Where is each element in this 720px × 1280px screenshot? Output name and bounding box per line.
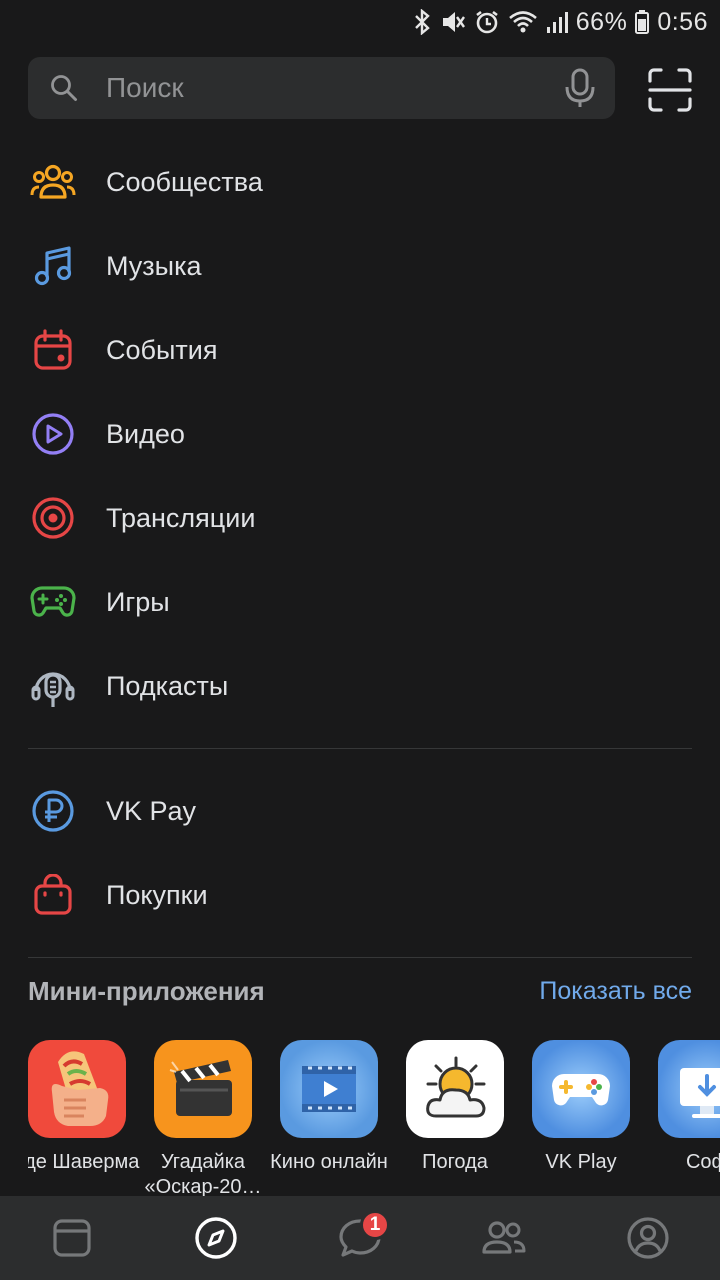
status-bar: 66% 0:56 [0, 0, 720, 44]
mini-app-cinema[interactable]: Кино онлайн [270, 1040, 388, 1175]
compass-icon [195, 1217, 237, 1259]
menu-item-label: Покупки [106, 879, 208, 910]
mini-app-software[interactable]: Соф [652, 1040, 720, 1175]
menu-item-communities[interactable]: Сообщества [0, 140, 720, 224]
search-input[interactable]: Поиск [28, 57, 615, 119]
mini-app-weather[interactable]: Погода [400, 1040, 510, 1175]
friends-icon [482, 1221, 526, 1254]
menu-item-shopping[interactable]: Покупки [0, 853, 720, 937]
mute-icon [442, 12, 465, 32]
music-icon [30, 243, 76, 289]
messages-badge: 1 [360, 1210, 390, 1240]
clapperboard-icon [154, 1040, 252, 1138]
divider [28, 748, 692, 749]
menu-item-music[interactable]: Музыка [0, 224, 720, 308]
games-icon [30, 579, 76, 625]
menu-item-label: Музыка [106, 250, 202, 281]
weather-icon [406, 1040, 504, 1138]
menu-item-label: Трансляции [106, 502, 256, 533]
tab-profile[interactable] [618, 1208, 678, 1268]
wifi-icon [508, 11, 537, 33]
microphone-icon[interactable] [563, 68, 597, 108]
tab-news[interactable] [42, 1208, 102, 1268]
mini-apps-header: Мини-приложения Показать все [28, 976, 692, 1007]
mini-app-shawarma[interactable]: Где Шаверма [28, 1040, 139, 1175]
news-icon [53, 1219, 91, 1257]
menu-item-label: Подкасты [106, 670, 229, 701]
events-icon [30, 327, 76, 373]
film-icon [280, 1040, 378, 1138]
gamepad-icon [532, 1040, 630, 1138]
search-placeholder: Поиск [106, 72, 184, 103]
bottom-tab-bar: 1 [0, 1196, 720, 1280]
menu-item-live[interactable]: Трансляции [0, 476, 720, 560]
menu-item-vk-pay[interactable]: VK Pay [0, 769, 720, 853]
communities-icon [30, 159, 76, 205]
mini-app-name: Где Шаверма [28, 1151, 140, 1173]
tab-friends[interactable] [474, 1208, 534, 1268]
bluetooth-icon [414, 9, 430, 35]
vk-pay-icon [30, 788, 76, 834]
mini-app-name: Соф [685, 1151, 720, 1173]
menu-item-games[interactable]: Игры [0, 560, 720, 644]
mini-app-oscar-quiz[interactable]: Угадайка «Оскар-20… [144, 1040, 262, 1200]
menu-item-podcasts[interactable]: Подкасты [0, 644, 720, 728]
mini-app-name: Кино онлайн [270, 1151, 388, 1173]
menu-item-label: Сообщества [106, 166, 263, 197]
menu-item-label: Видео [106, 418, 185, 449]
battery-percent: 66% [575, 7, 628, 36]
explore-menu: Сообщества Музыка События Видео Трансляц… [0, 140, 720, 978]
mini-app-vk-play[interactable]: VK Play [526, 1040, 636, 1175]
alarm-icon [476, 10, 498, 34]
menu-item-label: Игры [106, 586, 170, 617]
tab-explore[interactable] [186, 1208, 246, 1268]
divider [28, 957, 692, 958]
shopping-icon [30, 872, 76, 918]
menu-item-events[interactable]: События [0, 308, 720, 392]
mini-apps-title: Мини-приложения [28, 976, 265, 1006]
search-row: Поиск [28, 56, 692, 120]
shawarma-icon [28, 1040, 126, 1138]
menu-item-label: События [106, 334, 218, 365]
search-icon [51, 75, 77, 101]
clock: 0:56 [657, 7, 708, 36]
download-icon [658, 1040, 720, 1138]
mini-app-name: Угадайка «Оскар-20… [144, 1151, 262, 1198]
menu-item-video[interactable]: Видео [0, 392, 720, 476]
video-icon [30, 411, 76, 457]
tab-messages[interactable]: 1 [330, 1208, 390, 1268]
profile-icon [627, 1217, 669, 1259]
show-all-link[interactable]: Показать все [539, 977, 692, 1006]
menu-item-label: VK Pay [106, 795, 197, 826]
qr-scan-icon[interactable] [648, 68, 692, 112]
podcasts-icon [30, 663, 76, 709]
signal-icon [546, 12, 568, 33]
mini-app-name: VK Play [545, 1151, 617, 1173]
mini-apps-carousel[interactable]: Где Шаверма Угадайка «Оскар-20… Кино онл… [28, 1040, 720, 1200]
battery-icon [635, 10, 650, 34]
live-icon [30, 495, 76, 541]
mini-app-name: Погода [422, 1151, 488, 1173]
